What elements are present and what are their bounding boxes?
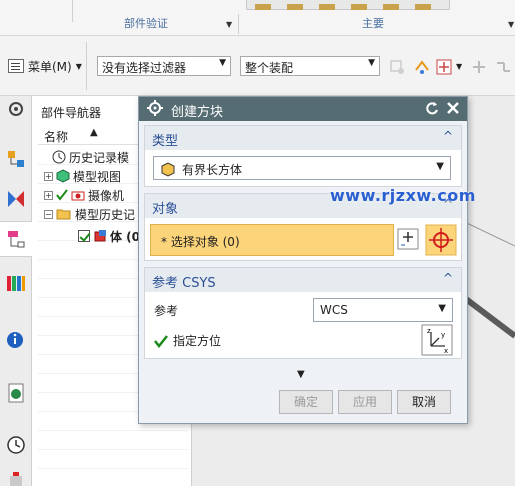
- web-browser-icon[interactable]: [5, 382, 27, 404]
- point-constructor-crosshair-icon[interactable]: [425, 224, 457, 256]
- camera-icon: [71, 191, 85, 201]
- chevron-down-icon: ▼: [219, 58, 226, 68]
- ribbon-group-main: 主要: [362, 17, 384, 30]
- menu-icon: [8, 59, 24, 73]
- reuse-library-icon[interactable]: [5, 272, 27, 294]
- csys-section-header[interactable]: 参考 CSYS ^: [145, 268, 461, 292]
- chevron-down-icon: ▼: [368, 58, 375, 68]
- check-complete-icon: [154, 335, 168, 348]
- select-object-row[interactable]: * 选择对象 (0): [150, 224, 394, 256]
- part-navigator-title: 部件导航器: [41, 106, 102, 120]
- type-section: 类型 ^ 有界长方体 ▼: [144, 125, 462, 187]
- part-navigator-icon[interactable]: [5, 228, 27, 250]
- object-section-title: 对象: [152, 202, 179, 217]
- tree-item-body[interactable]: 体 (0: [78, 227, 140, 245]
- information-icon[interactable]: [5, 328, 27, 350]
- clock-icon: [52, 150, 66, 164]
- reset-icon[interactable]: [425, 101, 439, 115]
- ribbon-divider: [238, 14, 239, 34]
- apply-button[interactable]: 应用: [338, 390, 392, 414]
- reference-csys-section: 参考 CSYS ^ 参考 WCS ▼ 指定方位 z xy: [144, 267, 462, 359]
- reference-select[interactable]: WCS ▼: [313, 298, 453, 322]
- svg-text:z: z: [427, 327, 431, 335]
- type-section-header[interactable]: 类型 ^: [145, 126, 461, 150]
- ribbon-dropdown-arrow-icon[interactable]: ▼: [508, 20, 514, 29]
- tree-item-label: 体 (0: [110, 229, 141, 244]
- reference-label: 参考: [154, 304, 179, 318]
- tree-item-cameras[interactable]: + 摄像机: [44, 186, 124, 204]
- menu-button[interactable]: 菜单(M) ▼: [8, 57, 82, 75]
- cancel-button[interactable]: 取消: [397, 390, 451, 414]
- watermark: www.rjzxw.com: [330, 186, 476, 205]
- assembly-scope-select[interactable]: 整个装配 ▼: [240, 56, 380, 76]
- column-name-label: 名称: [44, 130, 69, 144]
- specify-orientation-label: 指定方位: [173, 334, 222, 348]
- nx-window: 部件验证 ▼ 主要 ▼ 菜单(M) ▼ 没有选择过滤器 ▼ 整个装配 ▼ ▼ 部…: [0, 0, 515, 486]
- collapse-caret-icon[interactable]: ^: [443, 271, 453, 285]
- chevron-down-icon: ▼: [438, 303, 446, 314]
- tree-item-label: 模型历史记: [75, 207, 136, 222]
- ribbon-icon-strip[interactable]: [246, 0, 450, 10]
- svg-text:y: y: [441, 331, 445, 339]
- tree-item-model-history[interactable]: − 模型历史记: [44, 205, 135, 223]
- tree-item-model-views[interactable]: + 模型视图: [44, 167, 121, 185]
- bounding-block-icon: [161, 162, 175, 177]
- body-icon: [94, 230, 106, 242]
- type-filter-value: 没有选择过滤器: [102, 61, 187, 75]
- ribbon-dropdown-arrow-icon[interactable]: ▼: [226, 20, 232, 29]
- dialog-settings-gear-icon[interactable]: [147, 100, 163, 116]
- more-options-chevron-icon[interactable]: ▼: [297, 369, 305, 380]
- svg-text:x: x: [444, 347, 448, 355]
- add-selection-icon[interactable]: [397, 228, 419, 250]
- expand-icon[interactable]: +: [44, 190, 53, 200]
- dialog-title-bar[interactable]: 创建方块: [139, 97, 467, 121]
- collapse-caret-icon[interactable]: ^: [443, 129, 453, 143]
- constraint-navigator-icon[interactable]: [5, 188, 27, 210]
- snap-arrow-icon[interactable]: [413, 58, 431, 76]
- history-clock-icon[interactable]: [5, 434, 27, 456]
- folder-open-icon: [56, 209, 71, 220]
- checkmark-icon: [56, 189, 68, 201]
- close-icon[interactable]: [445, 100, 461, 116]
- role-icon[interactable]: [5, 468, 27, 486]
- assembly-scope-value: 整个装配: [245, 61, 294, 75]
- create-block-dialog: 创建方块 类型 ^ 有界长方体 ▼ 对象 ^ * 选择对象 (0) 参考 CSY…: [138, 96, 468, 424]
- collapse-icon[interactable]: −: [44, 209, 53, 219]
- ribbon-group-part-validation: 部件验证: [124, 17, 168, 30]
- assembly-select-icon[interactable]: [494, 58, 512, 76]
- assembly-navigator-icon[interactable]: [5, 148, 27, 170]
- expand-icon[interactable]: +: [44, 171, 53, 181]
- block-type-select[interactable]: 有界长方体 ▼: [153, 156, 451, 180]
- point-filter-icon[interactable]: [435, 58, 453, 76]
- csys-dialog-icon[interactable]: z xy: [421, 324, 453, 356]
- selection-toolbar: 菜单(M) ▼ 没有选择过滤器 ▼ 整个装配 ▼ ▼: [0, 36, 515, 96]
- chevron-down-icon[interactable]: ▼: [456, 62, 462, 71]
- select-all-icon[interactable]: [388, 58, 406, 76]
- ok-button[interactable]: 确定: [279, 390, 333, 414]
- select-object-label: * 选择对象 (0): [161, 235, 240, 249]
- chevron-down-icon: ▼: [436, 161, 444, 172]
- settings-gear-icon[interactable]: [5, 98, 27, 120]
- tree-item-label: 历史记录模: [69, 150, 130, 165]
- model-views-icon: [56, 169, 70, 183]
- menu-label: 菜单(M): [28, 59, 72, 74]
- tree-item-label: 模型视图: [73, 169, 122, 184]
- block-type-value: 有界长方体: [182, 163, 243, 177]
- csys-section-title: 参考 CSYS: [152, 276, 216, 291]
- body-visibility-checkbox[interactable]: [78, 230, 90, 242]
- type-filter-select[interactable]: 没有选择过滤器 ▼: [97, 56, 231, 76]
- toolbar-divider: [86, 42, 87, 90]
- type-section-title: 类型: [152, 134, 179, 149]
- sort-ascending-icon[interactable]: ▲: [90, 127, 98, 138]
- menu-dropdown-icon: ▼: [75, 61, 82, 71]
- resource-bar: [0, 96, 32, 486]
- tree-item-history-mode[interactable]: 历史记录模: [52, 148, 129, 166]
- quick-pick-icon[interactable]: [470, 58, 488, 76]
- tree-item-label: 摄像机: [88, 188, 125, 203]
- ribbon-divider: [72, 0, 73, 22]
- ribbon: 部件验证 ▼ 主要 ▼: [0, 0, 515, 36]
- dialog-title: 创建方块: [171, 105, 224, 120]
- reference-value: WCS: [320, 303, 348, 317]
